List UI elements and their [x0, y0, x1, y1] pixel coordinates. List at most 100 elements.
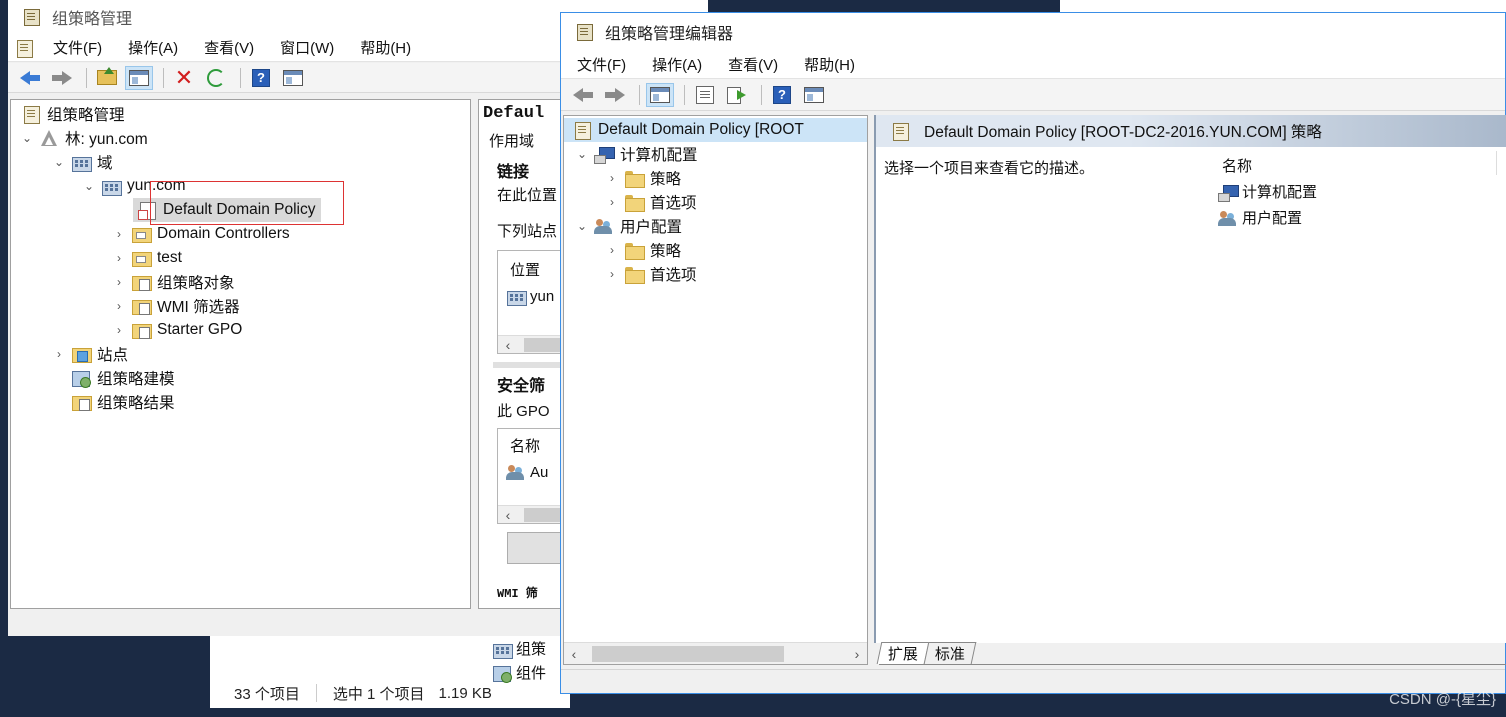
- scroll-thumb[interactable]: [524, 338, 564, 352]
- tree-domains[interactable]: ⌄ 域: [51, 150, 113, 174]
- editor-properties-button[interactable]: [691, 83, 719, 107]
- tree-modeling-label: 组策略建模: [97, 371, 175, 388]
- tab-standard[interactable]: 标准: [923, 642, 977, 664]
- scroll-left-icon[interactable]: ‹: [498, 337, 518, 353]
- chevron-right-icon[interactable]: ›: [111, 323, 127, 337]
- scroll-right-icon[interactable]: ›: [847, 646, 867, 662]
- chevron-right-icon[interactable]: ›: [51, 347, 67, 361]
- content-item-computer[interactable]: 计算机配置: [1218, 181, 1317, 202]
- content-name-col[interactable]: 名称: [1222, 155, 1252, 176]
- editor-menu-action[interactable]: 操作(A): [639, 54, 715, 75]
- chevron-down-icon[interactable]: ⌄: [51, 155, 67, 169]
- file-icon: [492, 640, 513, 659]
- gpm-delete-button[interactable]: ✕: [170, 66, 198, 90]
- gpm-up-button[interactable]: [93, 66, 121, 90]
- tree-forest[interactable]: ⌄ 林: yun.com: [19, 126, 148, 150]
- chevron-right-icon[interactable]: ›: [111, 251, 127, 265]
- gpm-refresh-button[interactable]: [202, 66, 230, 90]
- tab-extended[interactable]: 扩展: [876, 642, 930, 664]
- explorer-row-1[interactable]: 组策: [492, 638, 546, 659]
- name-col-header[interactable]: 名称: [510, 435, 540, 456]
- tree-modeling[interactable]: 组策略建模: [67, 366, 175, 390]
- status-selected: 选中 1 个项目: [332, 685, 425, 703]
- export-list-icon: [727, 86, 747, 104]
- folder-icon: [624, 241, 645, 260]
- scroll-left-icon[interactable]: ‹: [564, 646, 584, 662]
- gpm-tree-pane[interactable]: 组策略管理 ⌄ 林: yun.com ⌄ 域 ⌄ yun.com Default…: [10, 99, 471, 609]
- scroll-thumb[interactable]: [592, 646, 784, 662]
- gpm-menu-view[interactable]: 查看(V): [191, 37, 267, 58]
- user-policies-label: 策略: [650, 243, 682, 260]
- policy-icon: [572, 121, 592, 140]
- location-row[interactable]: yun: [506, 287, 554, 306]
- editor-tree-hscroll[interactable]: ‹ ›: [564, 642, 867, 664]
- tree-test[interactable]: › test: [111, 246, 182, 270]
- editor-menu-file[interactable]: 文件(F): [561, 54, 639, 75]
- toolbar-separator: [86, 67, 87, 88]
- panel-icon: [650, 86, 670, 103]
- editor-forward-button[interactable]: [601, 83, 629, 107]
- editor-back-button[interactable]: [569, 83, 597, 107]
- editor-tree-user-preferences[interactable]: › 首选项: [604, 262, 697, 286]
- tree-domain-controllers[interactable]: › Domain Controllers: [111, 222, 290, 246]
- chevron-right-icon[interactable]: ›: [111, 299, 127, 313]
- content-description: 选择一个项目来查看它的描述。: [884, 160, 1095, 177]
- gpm-forward-button[interactable]: [48, 66, 76, 90]
- details-links-desc: 下列站点: [497, 223, 558, 240]
- gpm-menu-file[interactable]: 文件(F): [40, 37, 115, 58]
- tree-results[interactable]: 组策略结果: [67, 390, 175, 414]
- content-item-user-label: 用户配置: [1242, 210, 1303, 227]
- editor-window: 组策略管理编辑器 文件(F) 操作(A) 查看(V) 帮助(H) ? Defau…: [560, 12, 1506, 694]
- chevron-down-icon[interactable]: ⌄: [574, 219, 590, 233]
- chevron-right-icon[interactable]: ›: [111, 275, 127, 289]
- chevron-right-icon[interactable]: ›: [111, 227, 127, 241]
- editor-help-button[interactable]: ?: [768, 83, 796, 107]
- scroll-left-icon[interactable]: ‹: [498, 507, 518, 523]
- editor-tree-computer-preferences[interactable]: › 首选项: [604, 190, 697, 214]
- tree-sites[interactable]: › 站点: [51, 342, 128, 366]
- chevron-right-icon[interactable]: ›: [604, 195, 620, 209]
- gpm-show-tree-button[interactable]: [125, 65, 153, 90]
- editor-tree-root[interactable]: Default Domain Policy [ROOT: [564, 118, 867, 142]
- details-wmi-heading: WMI 筛: [497, 587, 538, 601]
- gpm-menu-action[interactable]: 操作(A): [115, 37, 191, 58]
- chevron-right-icon[interactable]: ›: [604, 171, 620, 185]
- editor-action-pane-button[interactable]: [800, 83, 828, 107]
- chevron-down-icon[interactable]: ⌄: [81, 179, 97, 193]
- editor-app-icon: [575, 23, 597, 41]
- tree-root[interactable]: 组策略管理: [17, 102, 125, 126]
- domains-icon: [71, 153, 92, 172]
- editor-tree-pane[interactable]: Default Domain Policy [ROOT ⌄ 计算机配置 › 策略…: [563, 115, 868, 665]
- editor-menu-help[interactable]: 帮助(H): [791, 54, 868, 75]
- scroll-thumb[interactable]: [524, 508, 564, 522]
- editor-export-button[interactable]: [723, 83, 751, 107]
- chevron-right-icon[interactable]: ›: [604, 243, 620, 257]
- editor-menu-view[interactable]: 查看(V): [715, 54, 791, 75]
- tree-wmi-filters[interactable]: › WMI 筛选器: [111, 294, 240, 318]
- gpm-menu-window[interactable]: 窗口(W): [267, 37, 347, 58]
- file-icon: [492, 664, 512, 683]
- chevron-down-icon[interactable]: ⌄: [574, 147, 590, 161]
- gpm-menu-icon[interactable]: [14, 39, 34, 58]
- content-item-user[interactable]: 用户配置: [1218, 207, 1302, 228]
- gpm-back-button[interactable]: [16, 66, 44, 90]
- editor-tree-user-policies[interactable]: › 策略: [604, 238, 681, 262]
- security-row[interactable]: Au: [506, 463, 548, 481]
- editor-titlebar[interactable]: 组策略管理编辑器: [561, 13, 1505, 51]
- chevron-down-icon[interactable]: ⌄: [19, 131, 35, 145]
- folder-icon: [624, 193, 645, 212]
- gpm-help-button[interactable]: ?: [247, 66, 275, 90]
- tree-starter-gpo[interactable]: › Starter GPO: [111, 318, 242, 342]
- chevron-right-icon[interactable]: ›: [604, 267, 620, 281]
- tree-gpo-objects[interactable]: › 组策略对象: [111, 270, 235, 294]
- gpm-menu-help[interactable]: 帮助(H): [347, 37, 424, 58]
- details-scope-tab[interactable]: 作用域: [489, 130, 534, 151]
- editor-tree-computer-config[interactable]: ⌄ 计算机配置: [574, 142, 698, 166]
- toolbar-separator: [639, 84, 640, 105]
- editor-tree-user-config[interactable]: ⌄ 用户配置: [574, 214, 682, 238]
- editor-tree-computer-policies[interactable]: › 策略: [604, 166, 681, 190]
- editor-show-tree-button[interactable]: [646, 82, 674, 107]
- gpm-action-pane-button[interactable]: [279, 66, 307, 90]
- location-col-header[interactable]: 位置: [510, 259, 540, 280]
- forward-arrow-icon: [605, 87, 625, 102]
